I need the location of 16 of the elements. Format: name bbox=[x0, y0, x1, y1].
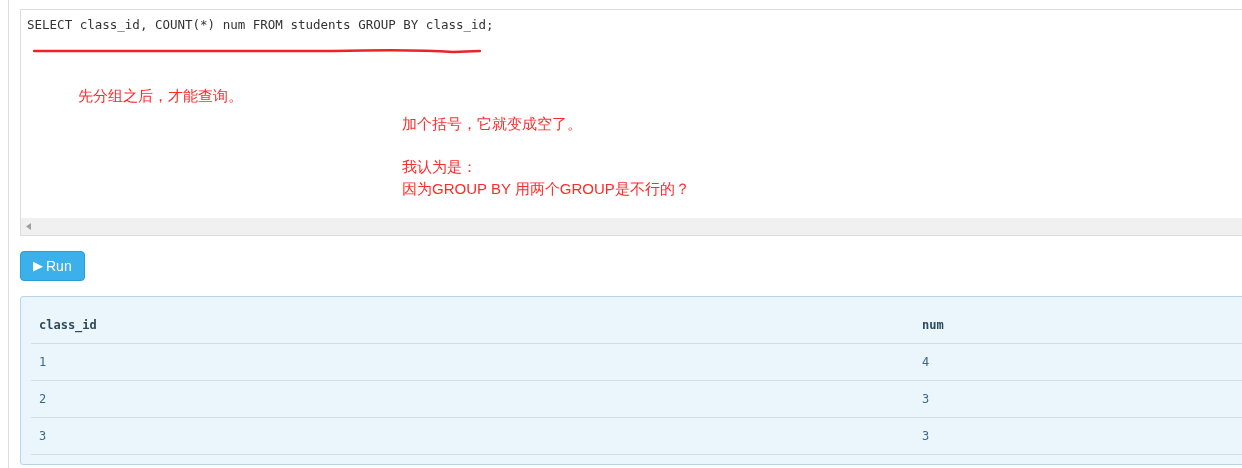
annotation-text: 加个括号，它就变成空了。 bbox=[402, 114, 582, 134]
table-cell-text: 3 bbox=[38, 428, 48, 445]
column-header: class_id bbox=[38, 316, 98, 334]
table-cell-text: 4 bbox=[921, 354, 930, 371]
annotation-text: 因为GROUP BY 用两个GROUP是不行的？ bbox=[402, 179, 690, 199]
table-cell-text: 3 bbox=[921, 428, 930, 445]
annotation-text: 先分组之后，才能查询。 bbox=[78, 86, 243, 106]
annotation-text: 我认为是： bbox=[402, 157, 477, 177]
table-cell-text: 3 bbox=[921, 391, 930, 408]
table-cell-text: 1 bbox=[38, 354, 48, 371]
horizontal-scrollbar[interactable] bbox=[21, 218, 1242, 235]
play-icon: ▶ bbox=[33, 256, 43, 276]
table-cell-text: 2 bbox=[38, 391, 48, 408]
scroll-left-icon[interactable] bbox=[26, 223, 31, 230]
code-line: SELECT class_id, COUNT(*) num FROM students GROUP BY class_id; bbox=[27, 16, 494, 34]
column-header: num bbox=[921, 316, 944, 334]
